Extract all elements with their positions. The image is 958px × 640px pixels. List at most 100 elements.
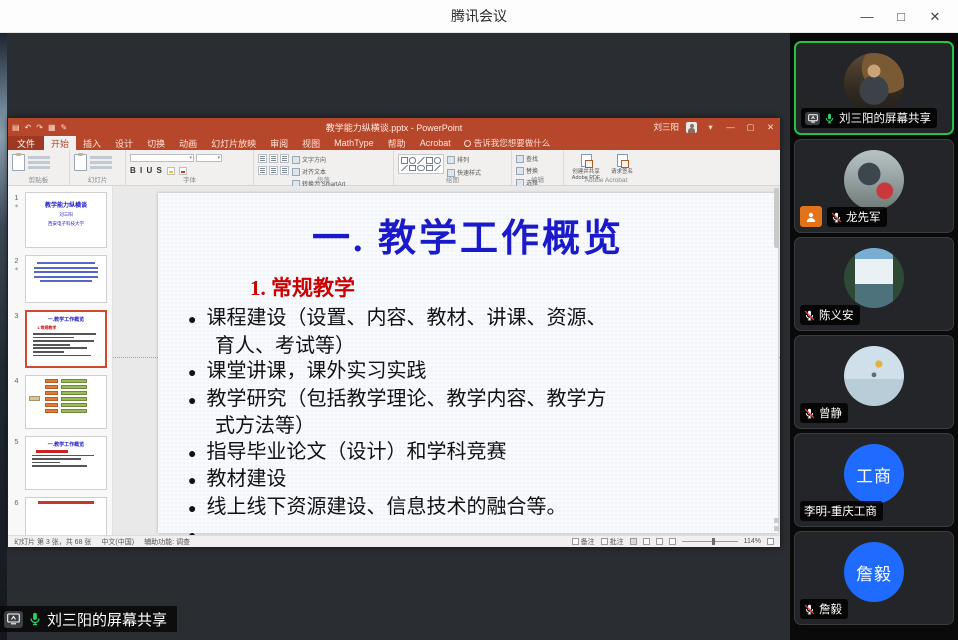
slide-number: 3 — [14, 311, 18, 320]
slide-thumbnail-panel: 1 ✶ 教学能力纵横谈 刘三阳 西安电子科技大学 2 ✶ — [8, 186, 113, 535]
slide-thumbnail-5[interactable]: 一.教学工作概览 — [25, 436, 107, 490]
ppt-minimize-button[interactable]: — — [724, 122, 737, 132]
language-status[interactable]: 中文(中国) — [101, 537, 134, 547]
ppt-restore-button[interactable]: ▢ — [744, 122, 757, 133]
slide-number: 1 — [14, 193, 18, 202]
account-name[interactable]: 刘三阳 — [653, 121, 679, 133]
slide-small-buttons[interactable] — [90, 156, 112, 169]
account-avatar[interactable] — [686, 122, 697, 133]
ribbon-group-drawing[interactable]: 排列快速样式 绘图 — [394, 150, 512, 185]
drawing-command[interactable]: 排列 — [447, 155, 481, 164]
ribbon-group-acrobat[interactable]: 创建并共享 Adobe PDF 请求签名 Adobe Acrobat — [564, 150, 648, 185]
ribbon-tab[interactable]: 幻灯片放映 — [204, 136, 263, 150]
slide-count-status[interactable]: 幻灯片 第 3 张，共 68 张 — [14, 537, 91, 547]
slide-subtitle: 1. 常规教学 — [250, 272, 778, 302]
font-size-select[interactable]: ▾ — [196, 154, 222, 162]
zoom-slider[interactable] — [682, 541, 738, 542]
clipboard-small-buttons[interactable] — [28, 156, 50, 169]
participant-label: 李明-重庆工商 — [800, 501, 883, 521]
ribbon-tab[interactable]: 文件 — [8, 136, 44, 150]
indent-icon[interactable] — [280, 154, 289, 163]
paragraph-command[interactable]: 文字方向 — [292, 155, 345, 164]
participant-tile[interactable]: 詹毅 詹毅 — [794, 531, 954, 625]
slide-thumbnail-4[interactable] — [25, 375, 107, 429]
reading-view-button[interactable] — [656, 538, 663, 545]
shared-screen-area: ▤↶↷▦✎ 教学能力纵横谈.pptx - PowerPoint 刘三阳 ▾ — … — [0, 33, 790, 640]
bullet-list-icon[interactable] — [258, 154, 267, 163]
tell-me-box[interactable]: 告诉我您想要做什么 — [464, 136, 551, 150]
paste-icon[interactable] — [12, 154, 25, 171]
participant-tile[interactable]: 龙先军 — [794, 139, 954, 233]
share-banner-label: 刘三阳的屏幕共享 — [47, 609, 167, 630]
quick-access-icon[interactable]: ✎ — [61, 123, 68, 132]
editing-command[interactable]: 查找 — [516, 154, 538, 163]
quick-access-icon[interactable]: ↶ — [25, 123, 32, 132]
slide-thumbnail-1[interactable]: 教学能力纵横谈 刘三阳 西安电子科技大学 — [25, 192, 107, 248]
normal-view-button[interactable] — [630, 538, 637, 545]
ribbon-tab-bar: 文件开始插入设计切换动画幻灯片放映审阅视图MathType帮助Acrobat 告… — [8, 136, 780, 150]
slide-scrollbar[interactable] — [774, 188, 779, 248]
ribbon-group-editing[interactable]: 查找替换选择 编辑 — [512, 150, 564, 185]
shapes-gallery[interactable] — [398, 154, 444, 174]
current-slide[interactable]: 一. 教学工作概览 1. 常规教学 课程建设（设置、内容、教材、讲课、资源、育人… — [158, 193, 778, 533]
slide-thumbnail-6[interactable] — [25, 497, 107, 535]
slide-thumbnail-2[interactable] — [25, 255, 107, 303]
ribbon-group-slides[interactable]: 幻灯片 — [70, 150, 126, 185]
participant-name: 詹毅 — [819, 601, 842, 617]
ribbon-options-icon[interactable]: ▾ — [704, 122, 717, 133]
thumbnail-graphic — [26, 376, 106, 428]
participant-name: 陈义安 — [819, 307, 854, 323]
ribbon-tab[interactable]: 视图 — [295, 136, 327, 150]
accessibility-status[interactable]: 辅助功能: 调查 — [144, 537, 190, 547]
slide-title: 一. 教学工作概览 — [158, 207, 778, 262]
minimize-button[interactable]: — — [850, 0, 884, 33]
slide-sorter-view-button[interactable] — [643, 538, 650, 545]
participant-tile[interactable]: 陈义安 — [794, 237, 954, 331]
ppt-close-button[interactable]: ✕ — [764, 122, 777, 133]
number-list-icon[interactable] — [269, 154, 278, 163]
ribbon-tab[interactable]: MathType — [327, 136, 381, 150]
ribbon-group-paragraph[interactable]: 文字方向对齐文本转换为 SmartArt 段落 — [254, 150, 394, 185]
fit-slide-button[interactable] — [767, 538, 774, 545]
ribbon-group-clipboard[interactable]: 剪贴板 — [8, 150, 70, 185]
ribbon-group-font[interactable]: ▾ ▾ B I U S 字体 — [126, 150, 254, 185]
ribbon-tab[interactable]: 切换 — [140, 136, 172, 150]
font-name-select[interactable]: ▾ — [130, 154, 194, 162]
quick-access-icon[interactable]: ↷ — [36, 123, 43, 132]
participant-name: 刘三阳的屏幕共享 — [839, 110, 931, 126]
participant-avatar: 工商 — [844, 444, 904, 504]
lightbulb-icon — [464, 140, 471, 147]
slide-thumbnail-3-selected[interactable]: 一.教学工作概览 1.常规教学 — [25, 310, 107, 368]
participant-label: 陈义安 — [800, 305, 860, 325]
window-controls: — □ ✕ — [850, 0, 952, 33]
participant-avatar — [844, 53, 904, 113]
quick-access-icon[interactable]: ▦ — [48, 123, 56, 132]
ribbon-tab[interactable]: 设计 — [108, 136, 140, 150]
slide-nav-buttons[interactable] — [773, 518, 780, 531]
participant-tile[interactable]: 曾静 — [794, 335, 954, 429]
ribbon-tab[interactable]: 插入 — [76, 136, 108, 150]
participant-tile[interactable]: 刘三阳的屏幕共享 — [794, 41, 954, 135]
new-slide-icon[interactable] — [74, 154, 87, 171]
group-label: 段落 — [254, 174, 393, 184]
screen-share-banner: 刘三阳的屏幕共享 — [0, 606, 177, 632]
zoom-level[interactable]: 114% — [744, 538, 761, 545]
mic-muted-icon — [804, 604, 815, 615]
maximize-button[interactable]: □ — [884, 0, 918, 33]
ribbon-tab[interactable]: 帮助 — [381, 136, 413, 150]
mic-on-icon — [824, 113, 835, 124]
ribbon-tab[interactable]: 开始 — [44, 136, 76, 150]
participant-tile[interactable]: 工商 李明-重庆工商 — [794, 433, 954, 527]
comments-toggle[interactable]: 批注 — [601, 537, 624, 547]
participant-label: 龙先军 — [827, 207, 887, 227]
ribbon-tab[interactable]: 动画 — [172, 136, 204, 150]
slideshow-button[interactable] — [669, 538, 676, 545]
thumbnail-graphic — [38, 501, 94, 504]
quick-access-icon[interactable]: ▤ — [12, 123, 20, 132]
ribbon-tab[interactable]: 审阅 — [263, 136, 295, 150]
close-button[interactable]: ✕ — [918, 0, 952, 33]
participant-avatar: 詹毅 — [844, 542, 904, 602]
ribbon-tab[interactable]: Acrobat — [413, 136, 458, 150]
notes-toggle[interactable]: 备注 — [572, 537, 595, 547]
mic-muted-icon — [804, 310, 815, 321]
